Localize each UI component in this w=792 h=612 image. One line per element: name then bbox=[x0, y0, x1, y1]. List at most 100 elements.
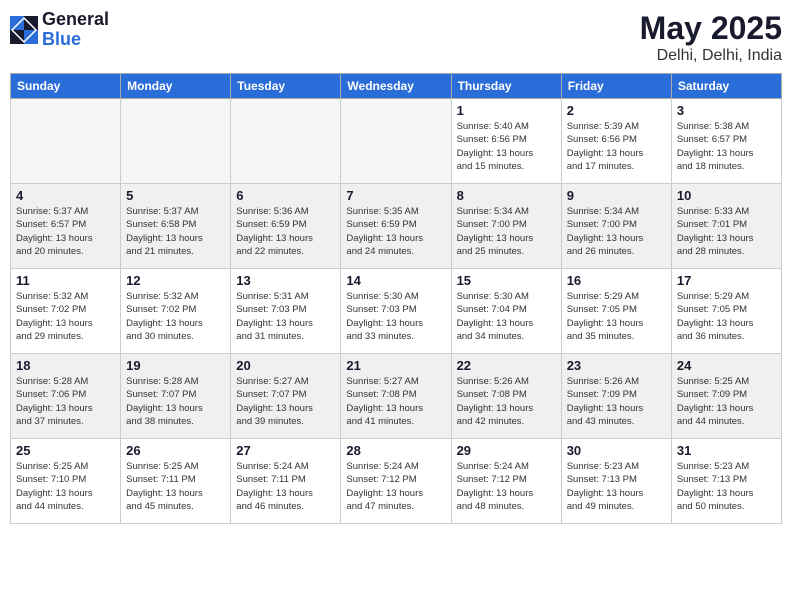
day-info: Sunrise: 5:28 AM Sunset: 7:07 PM Dayligh… bbox=[126, 375, 225, 428]
day-number: 29 bbox=[457, 443, 556, 458]
calendar-week-row: 1Sunrise: 5:40 AM Sunset: 6:56 PM Daylig… bbox=[11, 99, 782, 184]
day-info: Sunrise: 5:27 AM Sunset: 7:08 PM Dayligh… bbox=[346, 375, 445, 428]
weekday-header-friday: Friday bbox=[561, 74, 671, 99]
day-info: Sunrise: 5:32 AM Sunset: 7:02 PM Dayligh… bbox=[16, 290, 115, 343]
weekday-header-wednesday: Wednesday bbox=[341, 74, 451, 99]
day-info: Sunrise: 5:40 AM Sunset: 6:56 PM Dayligh… bbox=[457, 120, 556, 173]
calendar-table: SundayMondayTuesdayWednesdayThursdayFrid… bbox=[10, 73, 782, 524]
calendar-cell: 7 Sunrise: 5:35 AM Sunset: 6:59 PM Daylig… bbox=[341, 184, 451, 269]
day-info: Sunrise: 5:25 AM Sunset: 7:10 PM Dayligh… bbox=[16, 460, 115, 513]
day-info: Sunrise: 5:23 AM Sunset: 7:13 PM Dayligh… bbox=[677, 460, 776, 513]
page-header: General Blue May 2025 Delhi, Delhi, Indi… bbox=[10, 10, 782, 65]
day-info: Sunrise: 5:24 AM Sunset: 7:12 PM Dayligh… bbox=[346, 460, 445, 513]
day-number: 23 bbox=[567, 358, 666, 373]
calendar-cell: 15 Sunrise: 5:30 AM Sunset: 7:04 PM Dayli… bbox=[451, 269, 561, 354]
calendar-cell: 26 Sunrise: 5:25 AM Sunset: 7:11 PM Dayli… bbox=[121, 439, 231, 524]
calendar-cell: 11 Sunrise: 5:32 AM Sunset: 7:02 PM Dayli… bbox=[11, 269, 121, 354]
day-info: Sunrise: 5:30 AM Sunset: 7:04 PM Dayligh… bbox=[457, 290, 556, 343]
logo-line1: General bbox=[42, 10, 109, 30]
day-info: Sunrise: 5:39 AM Sunset: 6:56 PM Dayligh… bbox=[567, 120, 666, 173]
day-number: 11 bbox=[16, 273, 115, 288]
calendar-cell: 22Sunrise: 5:26 AM Sunset: 7:08 PM Dayli… bbox=[451, 354, 561, 439]
weekday-header-sunday: Sunday bbox=[11, 74, 121, 99]
day-info: Sunrise: 5:35 AM Sunset: 6:59 PM Dayligh… bbox=[346, 205, 445, 258]
day-number: 30 bbox=[567, 443, 666, 458]
day-info: Sunrise: 5:23 AM Sunset: 7:13 PM Dayligh… bbox=[567, 460, 666, 513]
calendar-cell: 2 Sunrise: 5:39 AM Sunset: 6:56 PM Daylig… bbox=[561, 99, 671, 184]
day-info: Sunrise: 5:34 AM Sunset: 7:00 PM Dayligh… bbox=[567, 205, 666, 258]
day-number: 7 bbox=[346, 188, 445, 203]
location: Delhi, Delhi, India bbox=[640, 47, 782, 65]
calendar-cell: 25 Sunrise: 5:25 AM Sunset: 7:10 PM Dayli… bbox=[11, 439, 121, 524]
day-number: 14 bbox=[346, 273, 445, 288]
day-info: Sunrise: 5:25 AM Sunset: 7:09 PM Dayligh… bbox=[677, 375, 776, 428]
day-number: 8 bbox=[457, 188, 556, 203]
calendar-cell: 14 Sunrise: 5:30 AM Sunset: 7:03 PM Dayli… bbox=[341, 269, 451, 354]
calendar-cell: 20Sunrise: 5:27 AM Sunset: 7:07 PM Dayli… bbox=[231, 354, 341, 439]
day-info: Sunrise: 5:32 AM Sunset: 7:02 PM Dayligh… bbox=[126, 290, 225, 343]
weekday-header-row: SundayMondayTuesdayWednesdayThursdayFrid… bbox=[11, 74, 782, 99]
day-info: Sunrise: 5:29 AM Sunset: 7:05 PM Dayligh… bbox=[677, 290, 776, 343]
day-info: Sunrise: 5:31 AM Sunset: 7:03 PM Dayligh… bbox=[236, 290, 335, 343]
calendar-cell bbox=[11, 99, 121, 184]
day-number: 25 bbox=[16, 443, 115, 458]
day-number: 2 bbox=[567, 103, 666, 118]
calendar-cell: 21 Sunrise: 5:27 AM Sunset: 7:08 PM Dayli… bbox=[341, 354, 451, 439]
weekday-header-tuesday: Tuesday bbox=[231, 74, 341, 99]
weekday-header-saturday: Saturday bbox=[671, 74, 781, 99]
day-number: 4 bbox=[16, 188, 115, 203]
calendar-cell: 19 Sunrise: 5:28 AM Sunset: 7:07 PM Dayli… bbox=[121, 354, 231, 439]
day-number: 13 bbox=[236, 273, 335, 288]
day-number: 19 bbox=[126, 358, 225, 373]
day-info: Sunrise: 5:28 AM Sunset: 7:06 PM Dayligh… bbox=[16, 375, 115, 428]
day-number: 17 bbox=[677, 273, 776, 288]
day-info: Sunrise: 5:38 AM Sunset: 6:57 PM Dayligh… bbox=[677, 120, 776, 173]
calendar-cell: 4 Sunrise: 5:37 AM Sunset: 6:57 PM Daylig… bbox=[11, 184, 121, 269]
calendar-cell: 23Sunrise: 5:26 AM Sunset: 7:09 PM Dayli… bbox=[561, 354, 671, 439]
day-info: Sunrise: 5:33 AM Sunset: 7:01 PM Dayligh… bbox=[677, 205, 776, 258]
day-number: 15 bbox=[457, 273, 556, 288]
day-info: Sunrise: 5:25 AM Sunset: 7:11 PM Dayligh… bbox=[126, 460, 225, 513]
day-number: 18 bbox=[16, 358, 115, 373]
calendar-cell: 16 Sunrise: 5:29 AM Sunset: 7:05 PM Dayli… bbox=[561, 269, 671, 354]
day-info: Sunrise: 5:37 AM Sunset: 6:58 PM Dayligh… bbox=[126, 205, 225, 258]
calendar-cell: 27Sunrise: 5:24 AM Sunset: 7:11 PM Dayli… bbox=[231, 439, 341, 524]
calendar-cell bbox=[121, 99, 231, 184]
calendar-week-row: 18 Sunrise: 5:28 AM Sunset: 7:06 PM Dayli… bbox=[11, 354, 782, 439]
title-block: May 2025 Delhi, Delhi, India bbox=[640, 10, 782, 65]
day-info: Sunrise: 5:29 AM Sunset: 7:05 PM Dayligh… bbox=[567, 290, 666, 343]
calendar-cell bbox=[231, 99, 341, 184]
calendar-cell: 13 Sunrise: 5:31 AM Sunset: 7:03 PM Dayli… bbox=[231, 269, 341, 354]
calendar-week-row: 25 Sunrise: 5:25 AM Sunset: 7:10 PM Dayli… bbox=[11, 439, 782, 524]
calendar-cell: 28Sunrise: 5:24 AM Sunset: 7:12 PM Dayli… bbox=[341, 439, 451, 524]
calendar-cell: 3Sunrise: 5:38 AM Sunset: 6:57 PM Daylig… bbox=[671, 99, 781, 184]
day-number: 21 bbox=[346, 358, 445, 373]
day-number: 24 bbox=[677, 358, 776, 373]
calendar-cell: 1Sunrise: 5:40 AM Sunset: 6:56 PM Daylig… bbox=[451, 99, 561, 184]
month-year: May 2025 bbox=[640, 10, 782, 47]
calendar-cell: 9 Sunrise: 5:34 AM Sunset: 7:00 PM Daylig… bbox=[561, 184, 671, 269]
weekday-header-monday: Monday bbox=[121, 74, 231, 99]
calendar-cell: 10 Sunrise: 5:33 AM Sunset: 7:01 PM Dayli… bbox=[671, 184, 781, 269]
day-info: Sunrise: 5:36 AM Sunset: 6:59 PM Dayligh… bbox=[236, 205, 335, 258]
day-number: 26 bbox=[126, 443, 225, 458]
day-info: Sunrise: 5:37 AM Sunset: 6:57 PM Dayligh… bbox=[16, 205, 115, 258]
logo: General Blue bbox=[10, 10, 109, 50]
logo-line2: Blue bbox=[42, 30, 109, 50]
calendar-cell: 31Sunrise: 5:23 AM Sunset: 7:13 PM Dayli… bbox=[671, 439, 781, 524]
calendar-cell bbox=[341, 99, 451, 184]
weekday-header-thursday: Thursday bbox=[451, 74, 561, 99]
day-info: Sunrise: 5:34 AM Sunset: 7:00 PM Dayligh… bbox=[457, 205, 556, 258]
day-number: 27 bbox=[236, 443, 335, 458]
day-number: 6 bbox=[236, 188, 335, 203]
day-number: 22 bbox=[457, 358, 556, 373]
day-number: 20 bbox=[236, 358, 335, 373]
day-number: 12 bbox=[126, 273, 225, 288]
calendar-cell: 30 Sunrise: 5:23 AM Sunset: 7:13 PM Dayli… bbox=[561, 439, 671, 524]
calendar-cell: 24 Sunrise: 5:25 AM Sunset: 7:09 PM Dayli… bbox=[671, 354, 781, 439]
day-info: Sunrise: 5:30 AM Sunset: 7:03 PM Dayligh… bbox=[346, 290, 445, 343]
day-number: 9 bbox=[567, 188, 666, 203]
day-number: 10 bbox=[677, 188, 776, 203]
day-number: 16 bbox=[567, 273, 666, 288]
calendar-cell: 6 Sunrise: 5:36 AM Sunset: 6:59 PM Daylig… bbox=[231, 184, 341, 269]
